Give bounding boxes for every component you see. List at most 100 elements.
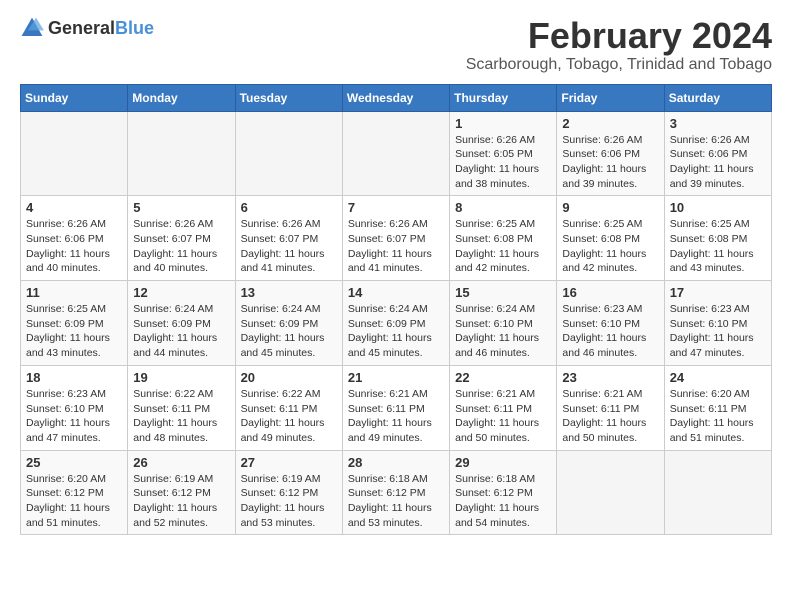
calendar-cell: 12 Sunrise: 6:24 AM Sunset: 6:09 PM Dayli… (128, 281, 235, 366)
day-number: 6 (241, 200, 337, 215)
header-wednesday: Wednesday (342, 84, 449, 111)
calendar-cell: 7 Sunrise: 6:26 AM Sunset: 6:07 PM Daylig… (342, 196, 449, 281)
day-info: Sunrise: 6:19 AM Sunset: 6:12 PM Dayligh… (133, 472, 229, 531)
day-info: Sunrise: 6:23 AM Sunset: 6:10 PM Dayligh… (670, 302, 766, 361)
calendar-cell: 14 Sunrise: 6:24 AM Sunset: 6:09 PM Dayli… (342, 281, 449, 366)
day-number: 26 (133, 455, 229, 470)
day-info: Sunrise: 6:24 AM Sunset: 6:09 PM Dayligh… (133, 302, 229, 361)
day-info: Sunrise: 6:21 AM Sunset: 6:11 PM Dayligh… (348, 387, 444, 446)
day-info: Sunrise: 6:24 AM Sunset: 6:09 PM Dayligh… (348, 302, 444, 361)
day-info: Sunrise: 6:20 AM Sunset: 6:11 PM Dayligh… (670, 387, 766, 446)
day-number: 10 (670, 200, 766, 215)
calendar-cell: 10 Sunrise: 6:25 AM Sunset: 6:08 PM Dayli… (664, 196, 771, 281)
calendar-cell (21, 111, 128, 196)
day-number: 12 (133, 285, 229, 300)
calendar-cell: 19 Sunrise: 6:22 AM Sunset: 6:11 PM Dayli… (128, 365, 235, 450)
day-number: 19 (133, 370, 229, 385)
calendar-cell: 26 Sunrise: 6:19 AM Sunset: 6:12 PM Dayli… (128, 450, 235, 535)
main-title: February 2024 (466, 16, 772, 56)
calendar-cell: 23Sunrise: 6:21 AM Sunset: 6:11 PM Dayli… (557, 365, 664, 450)
day-number: 13 (241, 285, 337, 300)
day-number: 14 (348, 285, 444, 300)
logo: GeneralBlue (20, 16, 154, 40)
calendar-cell: 18 Sunrise: 6:23 AM Sunset: 6:10 PM Dayli… (21, 365, 128, 450)
header-saturday: Saturday (664, 84, 771, 111)
day-number: 18 (26, 370, 122, 385)
calendar-cell: 28 Sunrise: 6:18 AM Sunset: 6:12 PM Dayli… (342, 450, 449, 535)
header-tuesday: Tuesday (235, 84, 342, 111)
day-info: Sunrise: 6:25 AM Sunset: 6:08 PM Dayligh… (670, 217, 766, 276)
header-friday: Friday (557, 84, 664, 111)
day-number: 1 (455, 116, 551, 131)
calendar-header: Sunday Monday Tuesday Wednesday Thursday… (21, 84, 772, 111)
day-info: Sunrise: 6:22 AM Sunset: 6:11 PM Dayligh… (133, 387, 229, 446)
calendar-cell: 3Sunrise: 6:26 AM Sunset: 6:06 PM Daylig… (664, 111, 771, 196)
calendar-cell: 11Sunrise: 6:25 AM Sunset: 6:09 PM Dayli… (21, 281, 128, 366)
day-info: Sunrise: 6:26 AM Sunset: 6:05 PM Dayligh… (455, 133, 551, 192)
day-number: 29 (455, 455, 551, 470)
calendar-cell: 16 Sunrise: 6:23 AM Sunset: 6:10 PM Dayli… (557, 281, 664, 366)
calendar-cell: 20Sunrise: 6:22 AM Sunset: 6:11 PM Dayli… (235, 365, 342, 450)
day-info: Sunrise: 6:18 AM Sunset: 6:12 PM Dayligh… (348, 472, 444, 531)
header: GeneralBlue February 2024 Scarborough, T… (20, 16, 772, 74)
calendar-week-3: 11Sunrise: 6:25 AM Sunset: 6:09 PM Dayli… (21, 281, 772, 366)
day-info: Sunrise: 6:25 AM Sunset: 6:08 PM Dayligh… (562, 217, 658, 276)
calendar-cell: 1 Sunrise: 6:26 AM Sunset: 6:05 PM Daylig… (450, 111, 557, 196)
day-info: Sunrise: 6:20 AM Sunset: 6:12 PM Dayligh… (26, 472, 122, 531)
header-monday: Monday (128, 84, 235, 111)
day-number: 17 (670, 285, 766, 300)
calendar-cell: 4Sunrise: 6:26 AM Sunset: 6:06 PM Daylig… (21, 196, 128, 281)
page-container: GeneralBlue February 2024 Scarborough, T… (20, 16, 772, 535)
day-number: 5 (133, 200, 229, 215)
calendar-table: Sunday Monday Tuesday Wednesday Thursday… (20, 84, 772, 536)
day-info: Sunrise: 6:24 AM Sunset: 6:09 PM Dayligh… (241, 302, 337, 361)
day-number: 27 (241, 455, 337, 470)
day-number: 9 (562, 200, 658, 215)
logo-text-blue: Blue (115, 18, 154, 38)
calendar-cell: 21 Sunrise: 6:21 AM Sunset: 6:11 PM Dayli… (342, 365, 449, 450)
header-sunday: Sunday (21, 84, 128, 111)
calendar-cell: 5 Sunrise: 6:26 AM Sunset: 6:07 PM Daylig… (128, 196, 235, 281)
calendar-week-2: 4Sunrise: 6:26 AM Sunset: 6:06 PM Daylig… (21, 196, 772, 281)
day-number: 15 (455, 285, 551, 300)
header-thursday: Thursday (450, 84, 557, 111)
day-number: 22 (455, 370, 551, 385)
calendar-cell (557, 450, 664, 535)
day-number: 4 (26, 200, 122, 215)
calendar-cell: 9 Sunrise: 6:25 AM Sunset: 6:08 PM Daylig… (557, 196, 664, 281)
calendar-cell: 25Sunrise: 6:20 AM Sunset: 6:12 PM Dayli… (21, 450, 128, 535)
calendar-body: 1 Sunrise: 6:26 AM Sunset: 6:05 PM Daylig… (21, 111, 772, 535)
calendar-week-4: 18 Sunrise: 6:23 AM Sunset: 6:10 PM Dayli… (21, 365, 772, 450)
day-info: Sunrise: 6:24 AM Sunset: 6:10 PM Dayligh… (455, 302, 551, 361)
calendar-cell (342, 111, 449, 196)
calendar-cell: 15 Sunrise: 6:24 AM Sunset: 6:10 PM Dayli… (450, 281, 557, 366)
calendar-cell: 8 Sunrise: 6:25 AM Sunset: 6:08 PM Daylig… (450, 196, 557, 281)
day-number: 16 (562, 285, 658, 300)
day-info: Sunrise: 6:23 AM Sunset: 6:10 PM Dayligh… (562, 302, 658, 361)
day-number: 28 (348, 455, 444, 470)
calendar-week-5: 25Sunrise: 6:20 AM Sunset: 6:12 PM Dayli… (21, 450, 772, 535)
subtitle: Scarborough, Tobago, Trinidad and Tobago (466, 56, 772, 74)
day-info: Sunrise: 6:26 AM Sunset: 6:07 PM Dayligh… (348, 217, 444, 276)
calendar-cell (128, 111, 235, 196)
day-number: 21 (348, 370, 444, 385)
day-number: 7 (348, 200, 444, 215)
day-info: Sunrise: 6:26 AM Sunset: 6:06 PM Dayligh… (562, 133, 658, 192)
day-info: Sunrise: 6:23 AM Sunset: 6:10 PM Dayligh… (26, 387, 122, 446)
calendar-cell: 27Sunrise: 6:19 AM Sunset: 6:12 PM Dayli… (235, 450, 342, 535)
calendar-cell: 2Sunrise: 6:26 AM Sunset: 6:06 PM Daylig… (557, 111, 664, 196)
day-number: 20 (241, 370, 337, 385)
day-info: Sunrise: 6:26 AM Sunset: 6:07 PM Dayligh… (241, 217, 337, 276)
day-number: 8 (455, 200, 551, 215)
day-info: Sunrise: 6:25 AM Sunset: 6:08 PM Dayligh… (455, 217, 551, 276)
day-info: Sunrise: 6:21 AM Sunset: 6:11 PM Dayligh… (562, 387, 658, 446)
day-number: 24 (670, 370, 766, 385)
calendar-cell: 29 Sunrise: 6:18 AM Sunset: 6:12 PM Dayli… (450, 450, 557, 535)
day-number: 11 (26, 285, 122, 300)
day-info: Sunrise: 6:26 AM Sunset: 6:07 PM Dayligh… (133, 217, 229, 276)
calendar-cell: 17 Sunrise: 6:23 AM Sunset: 6:10 PM Dayli… (664, 281, 771, 366)
title-section: February 2024 Scarborough, Tobago, Trini… (466, 16, 772, 74)
logo-text-general: General (48, 18, 115, 38)
day-info: Sunrise: 6:18 AM Sunset: 6:12 PM Dayligh… (455, 472, 551, 531)
calendar-cell (664, 450, 771, 535)
